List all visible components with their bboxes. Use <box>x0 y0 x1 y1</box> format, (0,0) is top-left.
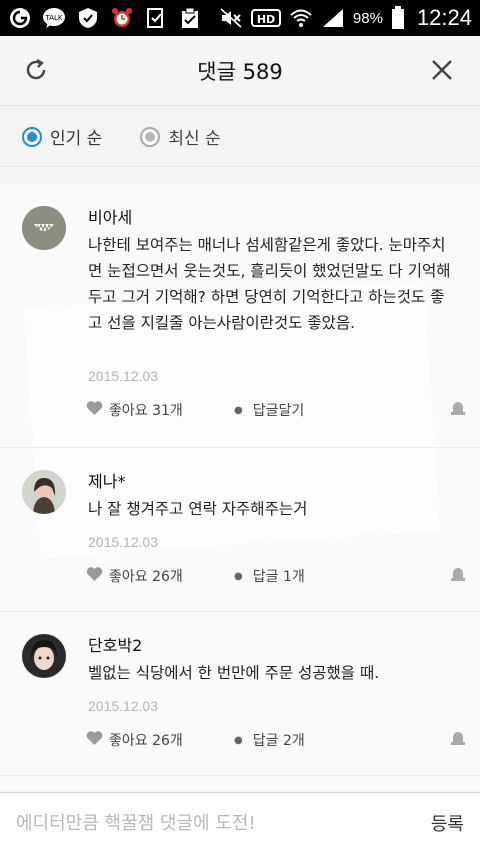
reply-label: 답글달기 <box>252 403 305 419</box>
heart-icon <box>86 566 103 586</box>
talk-icon <box>8 6 32 30</box>
hd-icon: HD <box>250 6 281 30</box>
shield-icon <box>76 6 100 30</box>
comment-list[interactable]: 비아세 나한테 보여주는 매너나 섬세함같은게 좋았다. 눈마주치면 눈접으면서… <box>0 184 480 790</box>
sort-latest-label: 최신 순 <box>168 129 221 149</box>
signal-icon <box>321 6 345 30</box>
refresh-button[interactable] <box>16 52 56 92</box>
comment-date: 2015.12.03 <box>88 698 159 714</box>
avatar <box>22 206 66 250</box>
like-button[interactable]: 좋아요 26개 <box>86 730 183 750</box>
clipboard-icon <box>178 6 202 30</box>
report-button[interactable] <box>450 566 466 586</box>
refresh-icon <box>23 57 49 87</box>
bullet-icon: ● <box>234 734 243 746</box>
comment-text: 벨없는 식당에서 한 번만에 주문 성공했을 때. <box>88 664 380 682</box>
reply-button[interactable]: ● 답글달기 <box>234 400 304 420</box>
like-button[interactable]: 좋아요 31개 <box>86 400 183 420</box>
submit-button[interactable]: 등록 <box>431 810 464 836</box>
report-button[interactable] <box>450 400 466 420</box>
reply-label: 답글 2개 <box>252 733 305 749</box>
radio-selected[interactable] <box>22 126 42 147</box>
reply-button[interactable]: ● 답글 2개 <box>234 730 305 750</box>
clock: 12:24 <box>416 5 472 30</box>
svg-text:HD: HD <box>257 13 275 26</box>
close-icon <box>431 59 453 85</box>
like-count: 좋아요 26개 <box>109 569 183 585</box>
comment-item: 단호박2 벨없는 식당에서 한 번만에 주문 성공했을 때. 2015.12.0… <box>0 612 480 776</box>
comment-author: 제나* <box>88 472 126 491</box>
status-bar: TALK HD 98% 12:24 <box>0 0 480 36</box>
avatar <box>22 470 66 514</box>
comment-author: 비아세 <box>88 208 133 227</box>
comment-date: 2015.12.03 <box>88 534 159 550</box>
report-bell-icon <box>450 402 466 420</box>
svg-text:TALK: TALK <box>44 14 62 22</box>
like-count: 좋아요 26개 <box>109 733 183 749</box>
alarm-icon <box>110 6 134 30</box>
comment-input-bar: 등록 <box>0 792 480 853</box>
report-bell-icon <box>450 568 466 586</box>
heart-icon <box>86 400 103 420</box>
like-count: 좋아요 31개 <box>109 403 183 419</box>
sort-popular-label: 인기 순 <box>50 129 103 149</box>
comment-actions: 좋아요 26개 ● 답글 2개 <box>86 728 466 752</box>
wifi-icon <box>289 6 313 30</box>
close-button[interactable] <box>422 52 462 92</box>
reply-button[interactable]: ● 답글 1개 <box>234 566 305 586</box>
sort-popular[interactable]: 인기 순 <box>22 124 102 149</box>
download-icon <box>144 6 168 30</box>
heart-icon <box>86 730 103 750</box>
comment-text: 나 잘 챙겨주고 연락 자주해주는거 <box>88 500 308 518</box>
comment-actions: 좋아요 26개 ● 답글 1개 <box>86 564 466 588</box>
reply-label: 답글 1개 <box>252 569 305 585</box>
mute-icon <box>219 6 243 30</box>
sort-options: 인기 순 최신 순 <box>0 107 480 167</box>
comment-input[interactable] <box>16 812 421 834</box>
comment-actions: 좋아요 31개 ● 답글달기 <box>86 398 466 422</box>
comment-item: 제나* 나 잘 챙겨주고 연락 자주해주는거 2015.12.03 좋아요 26… <box>0 448 480 612</box>
kakaotalk-icon: TALK <box>42 6 66 30</box>
comment-text: 나한테 보여주는 매너나 섬세함같은게 좋았다. 눈마주치면 눈접으면서 웃는것… <box>88 236 451 332</box>
page-title: 댓글 589 <box>197 59 283 84</box>
comment-author: 단호박2 <box>88 636 143 655</box>
comment-item: 비아세 나한테 보여주는 매너나 섬세함같은게 좋았다. 눈마주치면 눈접으면서… <box>0 184 480 448</box>
like-button[interactable]: 좋아요 26개 <box>86 566 183 586</box>
avatar <box>22 634 66 678</box>
comments-header: 댓글 589 <box>0 36 480 106</box>
battery-icon <box>391 6 405 30</box>
bullet-icon: ● <box>234 570 243 582</box>
report-bell-icon <box>450 732 466 750</box>
battery-percent: 98% <box>352 9 383 27</box>
comment-date: 2015.12.03 <box>88 368 159 384</box>
report-button[interactable] <box>450 730 466 750</box>
bullet-icon: ● <box>234 404 243 416</box>
sort-latest[interactable]: 최신 순 <box>140 124 221 149</box>
radio-unselected[interactable] <box>140 126 161 147</box>
